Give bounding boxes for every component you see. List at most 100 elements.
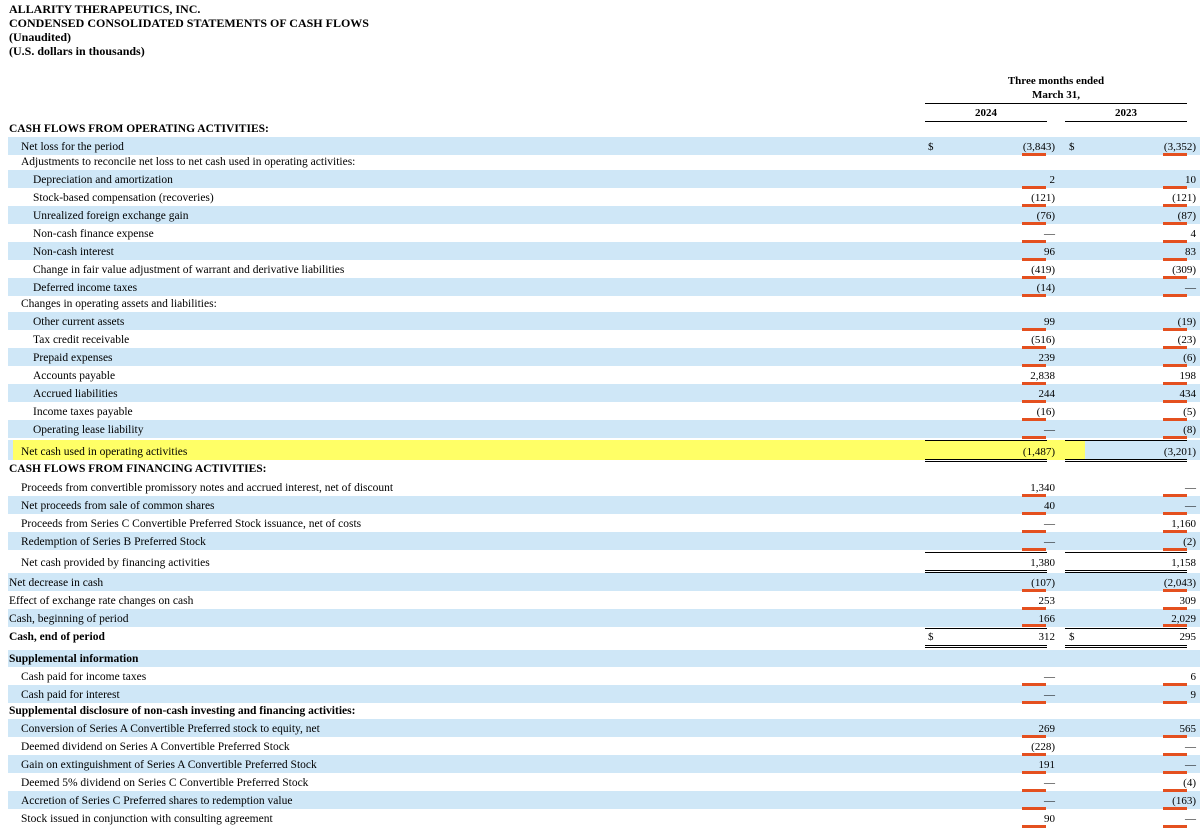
value-2023: 295: [1179, 631, 1197, 643]
row-label: Net loss for the period: [21, 141, 124, 153]
field-marker: [1022, 436, 1046, 439]
field-marker: [1163, 494, 1187, 497]
field-marker: [1022, 771, 1046, 774]
section-heading-financing: CASH FLOWS FROM FINANCING ACTIVITIES:: [8, 460, 1200, 477]
field-marker: [1022, 607, 1046, 610]
row-label: Tax credit receivable: [33, 334, 130, 346]
row-label: CASH FLOWS FROM FINANCING ACTIVITIES:: [9, 463, 267, 475]
field-marker: [1022, 789, 1046, 792]
subtotal-rule-2024: [925, 628, 1047, 629]
currency-symbol: $: [1069, 631, 1075, 643]
field-marker: [1163, 153, 1187, 156]
units-note: (U.S. dollars in thousands): [9, 44, 145, 58]
value-2024: 312: [1038, 631, 1056, 643]
period-label-line2: March 31,: [1031, 89, 1081, 101]
currency-symbol: $: [928, 141, 934, 153]
currency-symbol: $: [1069, 141, 1075, 153]
field-marker: [1163, 683, 1187, 686]
field-marker: [1022, 276, 1046, 279]
field-marker: [1022, 624, 1046, 627]
row-label: Cash, beginning of period: [9, 613, 129, 625]
field-marker: [1163, 607, 1187, 610]
row-label: Accrued liabilities: [33, 388, 118, 400]
row-label: Supplemental disclosure of non-cash inve…: [9, 705, 356, 717]
field-marker: [1022, 701, 1046, 704]
field-marker: [1163, 530, 1187, 533]
row-label: CASH FLOWS FROM OPERATING ACTIVITIES:: [9, 123, 269, 135]
field-marker: [1163, 825, 1187, 828]
double-rule-2023: [1065, 459, 1187, 462]
company-name: ALLARITY THERAPEUTICS, INC.: [9, 2, 201, 16]
field-marker: [1022, 328, 1046, 331]
double-rule-2023: [1065, 570, 1187, 573]
field-marker: [1022, 807, 1046, 810]
row-label: Change in fair value adjustment of warra…: [33, 264, 345, 276]
row-label: Deemed dividend on Series A Convertible …: [21, 741, 290, 753]
value-2023: 1,158: [1171, 557, 1196, 569]
subtotal-rule-2024: [925, 552, 1047, 553]
column-year-2024: 2024: [975, 107, 997, 119]
field-marker: [1163, 240, 1187, 243]
row-label: Prepaid expenses: [33, 352, 113, 364]
field-marker: [1022, 222, 1046, 225]
row-label: Net cash provided by financing activitie…: [21, 557, 210, 569]
row-label: Cash, end of period: [9, 631, 105, 643]
table-row-total: Cash, end of period $ 312 $ 295: [8, 628, 1200, 645]
field-marker: [1022, 548, 1046, 551]
field-marker: [1163, 548, 1187, 551]
subtotal-rule-2024: [925, 440, 1047, 441]
field-marker: [1163, 204, 1187, 207]
row-label: Redemption of Series B Preferred Stock: [21, 536, 206, 548]
field-marker: [1022, 753, 1046, 756]
double-rule-2024: [925, 570, 1047, 573]
statement-title: CONDENSED CONSOLIDATED STATEMENTS OF CAS…: [9, 16, 369, 30]
row-label: Non-cash interest: [33, 246, 114, 258]
field-marker: [1163, 222, 1187, 225]
value-2023: (3,201): [1163, 446, 1196, 458]
field-marker: [1163, 186, 1187, 189]
field-marker: [1022, 258, 1046, 261]
field-marker: [1163, 512, 1187, 515]
field-marker: [1163, 624, 1187, 627]
field-marker: [1163, 789, 1187, 792]
field-marker: [1163, 364, 1187, 367]
field-marker: [1022, 186, 1046, 189]
field-marker: [1163, 276, 1187, 279]
row-label: Net cash used in operating activities: [21, 446, 188, 458]
row-label: Deferred income taxes: [33, 282, 138, 294]
field-marker: [1163, 400, 1187, 403]
row-label: Operating lease liability: [33, 424, 144, 436]
field-marker: [1163, 753, 1187, 756]
field-marker: [1022, 364, 1046, 367]
table-row-subtotal: Net cash provided by financing activitie…: [8, 552, 1200, 571]
field-marker: [1163, 807, 1187, 810]
row-label: Net decrease in cash: [9, 577, 104, 589]
row-label: Other current assets: [33, 316, 125, 328]
field-marker: [1022, 683, 1046, 686]
row-label: Depreciation and amortization: [33, 174, 173, 186]
double-rule-2024: [925, 459, 1047, 462]
field-marker: [1163, 294, 1187, 297]
unaudited-note: (Unaudited): [9, 30, 72, 44]
row-label: Proceeds from convertible promissory not…: [21, 482, 394, 494]
field-marker: [1163, 436, 1187, 439]
field-marker: [1022, 400, 1046, 403]
subsection-heading: Changes in operating assets and liabilit…: [8, 296, 1200, 312]
row-label: Changes in operating assets and liabilit…: [21, 298, 217, 310]
value-2024: 1,380: [1030, 557, 1055, 569]
field-marker: [1163, 258, 1187, 261]
row-label: Effect of exchange rate changes on cash: [9, 595, 194, 607]
field-marker: [1163, 589, 1187, 592]
row-label: Non-cash finance expense: [33, 228, 154, 240]
row-label: Unrealized foreign exchange gain: [33, 210, 189, 222]
field-marker: [1022, 512, 1046, 515]
section-heading-operating: CASH FLOWS FROM OPERATING ACTIVITIES:: [8, 121, 1200, 137]
row-label: Net proceeds from sale of common shares: [21, 500, 215, 512]
currency-symbol: $: [928, 631, 934, 643]
row-label: Accounts payable: [33, 370, 116, 382]
row-label: Conversion of Series A Convertible Prefe…: [21, 723, 320, 735]
row-label: Deemed 5% dividend on Series C Convertib…: [21, 777, 309, 789]
double-rule-2023: [1065, 645, 1187, 648]
row-label: Gain on extinguishment of Series A Conve…: [21, 759, 317, 771]
row-label: Adjustments to reconcile net loss to net…: [21, 156, 356, 168]
